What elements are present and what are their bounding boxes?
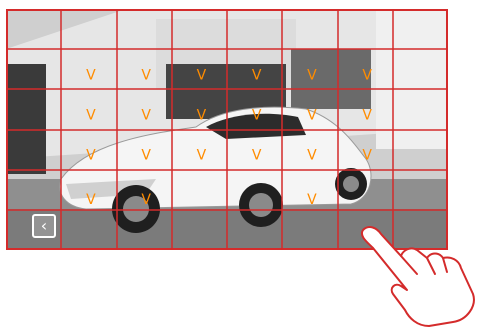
focus-marker[interactable]: V [141,67,151,83]
focus-marker[interactable]: V [86,148,96,164]
focus-marker[interactable]: V [86,67,96,83]
camera-preview-image[interactable]: V V V V V V V V V V V V V V V V V V V V V [6,9,448,250]
marker-layer: V V V V V V V V V V V V V V V V V V V V V [86,67,372,208]
focus-marker[interactable]: V [307,192,317,208]
focus-marker[interactable]: V [252,148,262,164]
focus-marker[interactable]: V [197,107,207,123]
focus-marker[interactable]: V [252,107,262,123]
focus-marker[interactable]: V [252,67,262,83]
focus-marker[interactable]: V [362,148,372,164]
focus-marker[interactable]: V [307,67,317,83]
focus-marker[interactable]: V [197,67,207,83]
focus-marker[interactable]: V [141,107,151,123]
focus-marker[interactable]: V [307,107,317,123]
focus-marker[interactable]: V [141,192,151,208]
tapping-hand-icon [361,226,475,327]
focus-marker[interactable]: V [86,192,96,208]
focus-marker[interactable]: V [362,107,372,123]
focus-marker[interactable]: V [362,67,372,83]
chevron-left-icon: ‹ [40,216,48,235]
focus-marker[interactable]: V [86,107,96,123]
focus-marker[interactable]: V [197,148,207,164]
focus-marker[interactable]: V [307,148,317,164]
back-button[interactable]: ‹ [32,214,56,238]
focus-marker[interactable]: V [141,148,151,164]
